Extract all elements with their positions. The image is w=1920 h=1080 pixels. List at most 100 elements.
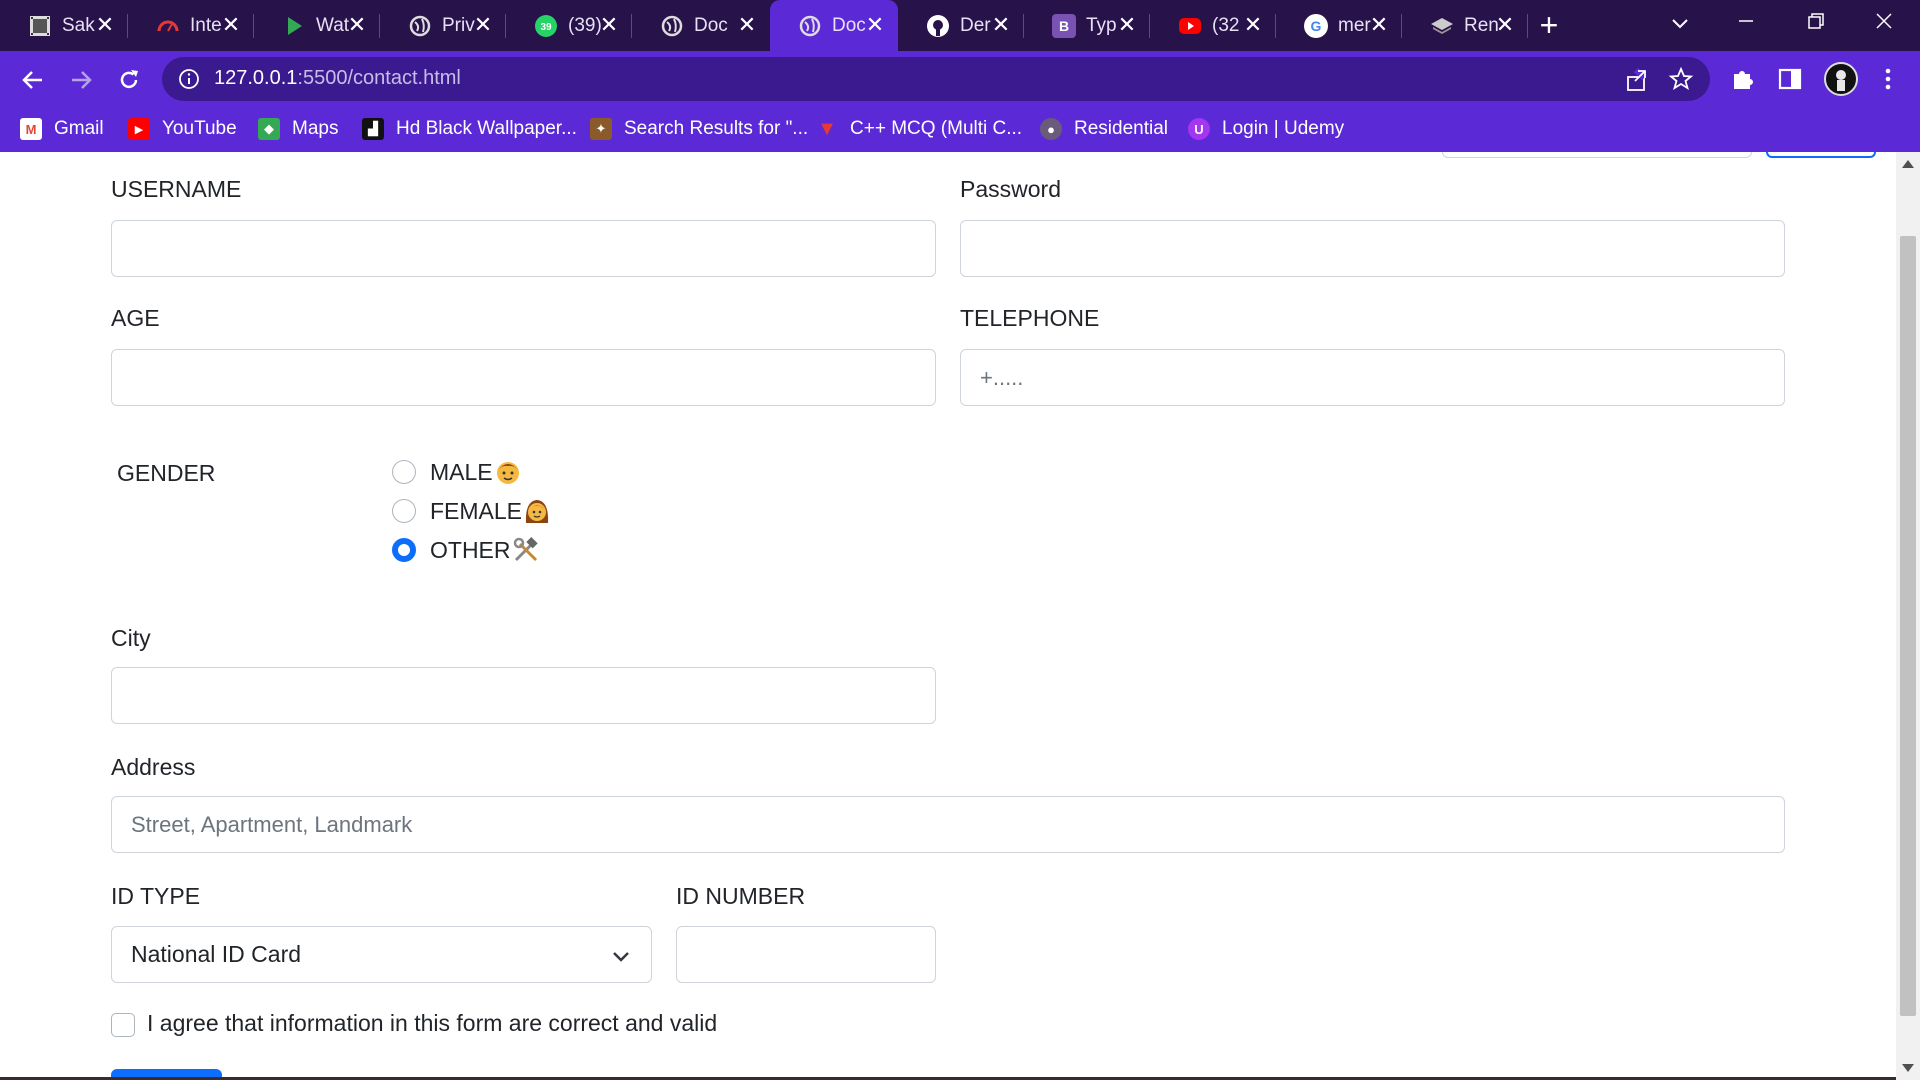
speedometer-icon (156, 14, 180, 38)
telephone-label: TELEPHONE (960, 305, 1100, 331)
tab-title: (39) (568, 14, 602, 36)
url-text[interactable]: 127.0.0.1:5500/contact.html (214, 67, 461, 90)
scrollbar-thumb[interactable] (1900, 236, 1916, 1016)
bookmark-gmail[interactable]: M Gmail (20, 115, 104, 143)
youtube-icon: ▶ (128, 118, 150, 140)
close-tab-icon[interactable]: ✕ (864, 14, 886, 36)
tab-5[interactable]: 39 (39) ✕ (506, 0, 632, 51)
profile-avatar[interactable] (1824, 62, 1858, 96)
residential-icon: ● (1040, 118, 1062, 140)
bookmark-youtube[interactable]: ▶ YouTube (128, 115, 237, 143)
bookmark-label: Login | Udemy (1222, 118, 1345, 139)
agree-checkbox[interactable] (111, 1013, 135, 1037)
gender-option-male[interactable]: MALE (392, 458, 522, 486)
new-tab-button[interactable]: + (1532, 9, 1566, 43)
bookmark-search-results[interactable]: ✦ Search Results for "... (590, 115, 808, 143)
bookmark-label: Search Results for "... (624, 118, 809, 139)
bookmark-label: C++ MCQ (Multi C... (850, 118, 1023, 139)
back-button[interactable] (16, 63, 50, 97)
youtube-icon (1178, 14, 1202, 38)
tab-10[interactable]: (32 ✕ (1150, 0, 1276, 51)
password-label: Password (960, 176, 1061, 202)
close-tab-icon[interactable]: ✕ (346, 14, 368, 36)
tab-title: Typ (1086, 14, 1117, 36)
tab-3[interactable]: Wat ✕ (254, 0, 380, 51)
close-tab-icon[interactable]: ✕ (1494, 14, 1516, 36)
side-panel-icon[interactable] (1776, 65, 1804, 93)
address-placeholder: Street, Apartment, Landmark (131, 811, 413, 837)
bookmark-residential[interactable]: ● Residential (1040, 115, 1168, 143)
close-tab-icon[interactable]: ✕ (1242, 14, 1264, 36)
tab-title: Doc (832, 14, 866, 36)
tab-title: Wat (316, 14, 350, 36)
city-input[interactable] (111, 667, 936, 724)
bookmark-udemy[interactable]: U Login | Udemy (1188, 115, 1344, 143)
telephone-input[interactable]: +..... (960, 349, 1785, 406)
minimize-window-button[interactable] (1716, 6, 1776, 42)
male-label: MALE (430, 458, 493, 485)
close-tab-icon[interactable]: ✕ (990, 14, 1012, 36)
film-icon (28, 14, 52, 38)
forward-arrow-icon (72, 71, 92, 89)
tab-7-active[interactable]: Doc ✕ (770, 0, 898, 51)
forward-button[interactable] (64, 63, 98, 97)
gender-option-other[interactable]: OTHER (392, 536, 540, 564)
tab-4[interactable]: Priv ✕ (380, 0, 506, 51)
close-window-button[interactable] (1854, 6, 1914, 42)
male-radio[interactable] (392, 460, 416, 484)
address-bar[interactable]: 127.0.0.1:5500/contact.html (162, 57, 1710, 101)
close-tab-icon[interactable]: ✕ (598, 14, 620, 36)
close-tab-icon[interactable]: ✕ (1368, 14, 1390, 36)
password-input[interactable] (960, 220, 1785, 277)
reload-button[interactable] (112, 63, 146, 97)
search-result-icon: ✦ (590, 118, 612, 140)
site-info-icon[interactable] (178, 68, 200, 90)
scroll-down-arrow-icon[interactable] (1902, 1064, 1914, 1072)
other-radio-checked[interactable] (392, 538, 416, 562)
extensions-puzzle-icon[interactable] (1728, 65, 1756, 93)
tab-9[interactable]: B Typ ✕ (1024, 0, 1150, 51)
share-icon[interactable] (1624, 67, 1650, 93)
other-label: OTHER (430, 536, 511, 563)
agree-label: I agree that information in this form ar… (147, 1010, 718, 1036)
close-tab-icon[interactable]: ✕ (220, 14, 242, 36)
id-type-select[interactable]: National ID Card (111, 926, 652, 983)
age-input[interactable] (111, 349, 936, 406)
tab-title: (32 (1212, 14, 1240, 36)
address-input[interactable]: Street, Apartment, Landmark (111, 796, 1785, 853)
bookmark-maps[interactable]: ◆ Maps (258, 115, 338, 143)
close-tab-icon[interactable]: ✕ (1116, 14, 1138, 36)
gender-option-female[interactable]: FEMALE (392, 497, 551, 525)
tab-8[interactable]: Der ✕ (898, 0, 1024, 51)
reload-icon (120, 70, 138, 89)
close-tab-icon[interactable]: ✕ (94, 14, 116, 36)
wallpaper-icon: ▟ (362, 118, 384, 140)
tab-6[interactable]: Doc ✕ (632, 0, 770, 51)
globe-icon (408, 14, 432, 38)
page-scrollbar[interactable] (1896, 152, 1920, 1080)
close-tab-icon[interactable]: ✕ (736, 14, 758, 36)
id-number-input[interactable] (676, 926, 936, 983)
bookmark-cpp-mcq[interactable]: ▼ C++ MCQ (Multi C... (816, 115, 1022, 143)
tab-1[interactable]: Sak ✕ (0, 0, 128, 51)
github-icon (926, 14, 950, 38)
tab-title: Inte (190, 14, 222, 36)
tab-12[interactable]: Ren ✕ (1402, 0, 1528, 51)
tab-separator (1527, 14, 1528, 38)
tab-title: Ren (1464, 14, 1498, 36)
female-radio[interactable] (392, 499, 416, 523)
female-label: FEMALE (430, 497, 523, 524)
chevron-down-icon (611, 945, 631, 965)
scroll-up-arrow-icon[interactable] (1902, 160, 1914, 168)
tab-strip: Sak ✕ Inte ✕ Wat ✕ Priv ✕ 39 (39) ✕ Doc … (0, 0, 1920, 51)
tab-2[interactable]: Inte ✕ (128, 0, 254, 51)
username-input[interactable] (111, 220, 936, 277)
restore-window-button[interactable] (1786, 6, 1846, 42)
bookmark-wallpaper[interactable]: ▟ Hd Black Wallpaper... (362, 115, 577, 143)
bookmark-star-icon[interactable] (1668, 66, 1694, 92)
browser-menu-icon[interactable] (1874, 65, 1902, 93)
tab-11[interactable]: G mer ✕ (1276, 0, 1402, 51)
tab-search-chevron-icon[interactable] (1666, 10, 1694, 38)
tab-title: Doc (694, 14, 728, 36)
close-tab-icon[interactable]: ✕ (472, 14, 494, 36)
